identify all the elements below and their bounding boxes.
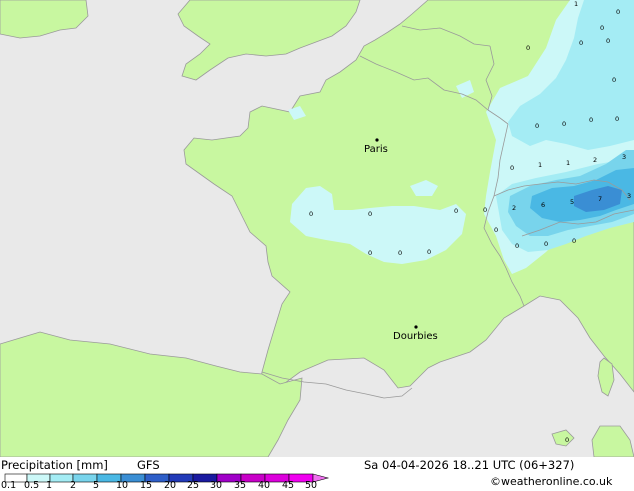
value-label: 0 [510, 164, 514, 172]
city-dourbies-label: Dourbies [393, 331, 438, 342]
value-label: 0 [562, 120, 566, 128]
colorbar-tick-label: 25 [187, 480, 200, 491]
value-label: 3 [622, 153, 626, 161]
value-label: 2 [593, 156, 597, 164]
colorbar-tick-label: 10 [116, 480, 129, 491]
city-dourbies-marker [414, 325, 418, 329]
colorbar-tick-label: 5 [93, 480, 100, 491]
model-name: GFS [137, 458, 160, 472]
colorbar-tick-label: 40 [258, 480, 271, 491]
colorbar-tick-label: 2 [70, 480, 77, 491]
value-label: 6 [541, 201, 545, 209]
value-label: 1 [574, 0, 578, 8]
value-label: 0 [535, 122, 539, 130]
value-label: 0 [544, 240, 548, 248]
value-label: 0 [398, 249, 402, 257]
value-label: 0 [612, 76, 616, 84]
value-label: 0 [600, 24, 604, 32]
value-label: 0 [454, 207, 458, 215]
value-label: 3 [627, 192, 631, 200]
colorbar-tick-label: 0.5 [24, 480, 40, 491]
city-paris-label: Paris [364, 144, 388, 155]
value-label: 0 [494, 226, 498, 234]
map-view: Paris Dourbies 0 0 0 0 0 0 0 0 0 0 0 0 0… [0, 0, 634, 491]
value-label: 0 [368, 249, 372, 257]
map-title: Precipitation [mm] [1, 458, 108, 472]
value-label: 0 [368, 210, 372, 218]
colorbar-tick-label: 50 [305, 480, 318, 491]
forecast-datetime: Sa 04-04-2026 18..21 UTC (06+327) [364, 458, 575, 472]
precipitation-map: Paris Dourbies 0 0 0 0 0 0 0 0 0 0 0 0 0… [0, 0, 634, 457]
colorbar-tick-label: 1 [46, 480, 53, 491]
colorbar-tick-label: 15 [140, 480, 153, 491]
value-label: 5 [570, 198, 574, 206]
value-label: 0 [526, 44, 530, 52]
colorbar-tick-label: 0.1 [1, 480, 17, 491]
value-label: 0 [615, 115, 619, 123]
value-label: 0 [515, 242, 519, 250]
value-label: 0 [616, 8, 620, 16]
colorbar-tick-label: 30 [210, 480, 223, 491]
value-label: 7 [598, 195, 602, 203]
value-label: 0 [483, 206, 487, 214]
value-label: 0 [572, 237, 576, 245]
value-label: 0 [427, 248, 431, 256]
value-label: 0 [309, 210, 313, 218]
value-label: 1 [566, 159, 570, 167]
value-label: 0 [589, 116, 593, 124]
colorbar-tick-label: 45 [282, 480, 295, 491]
credit-text: ©weatheronline.co.uk [490, 475, 613, 488]
value-label: 0 [565, 436, 569, 444]
value-label: 1 [538, 161, 542, 169]
value-label: 2 [512, 204, 516, 212]
value-label: 0 [579, 39, 583, 47]
city-paris-marker [375, 138, 379, 142]
value-label: 0 [606, 37, 610, 45]
colorbar-tick-label: 20 [164, 480, 177, 491]
colorbar-tick-label: 35 [234, 480, 247, 491]
